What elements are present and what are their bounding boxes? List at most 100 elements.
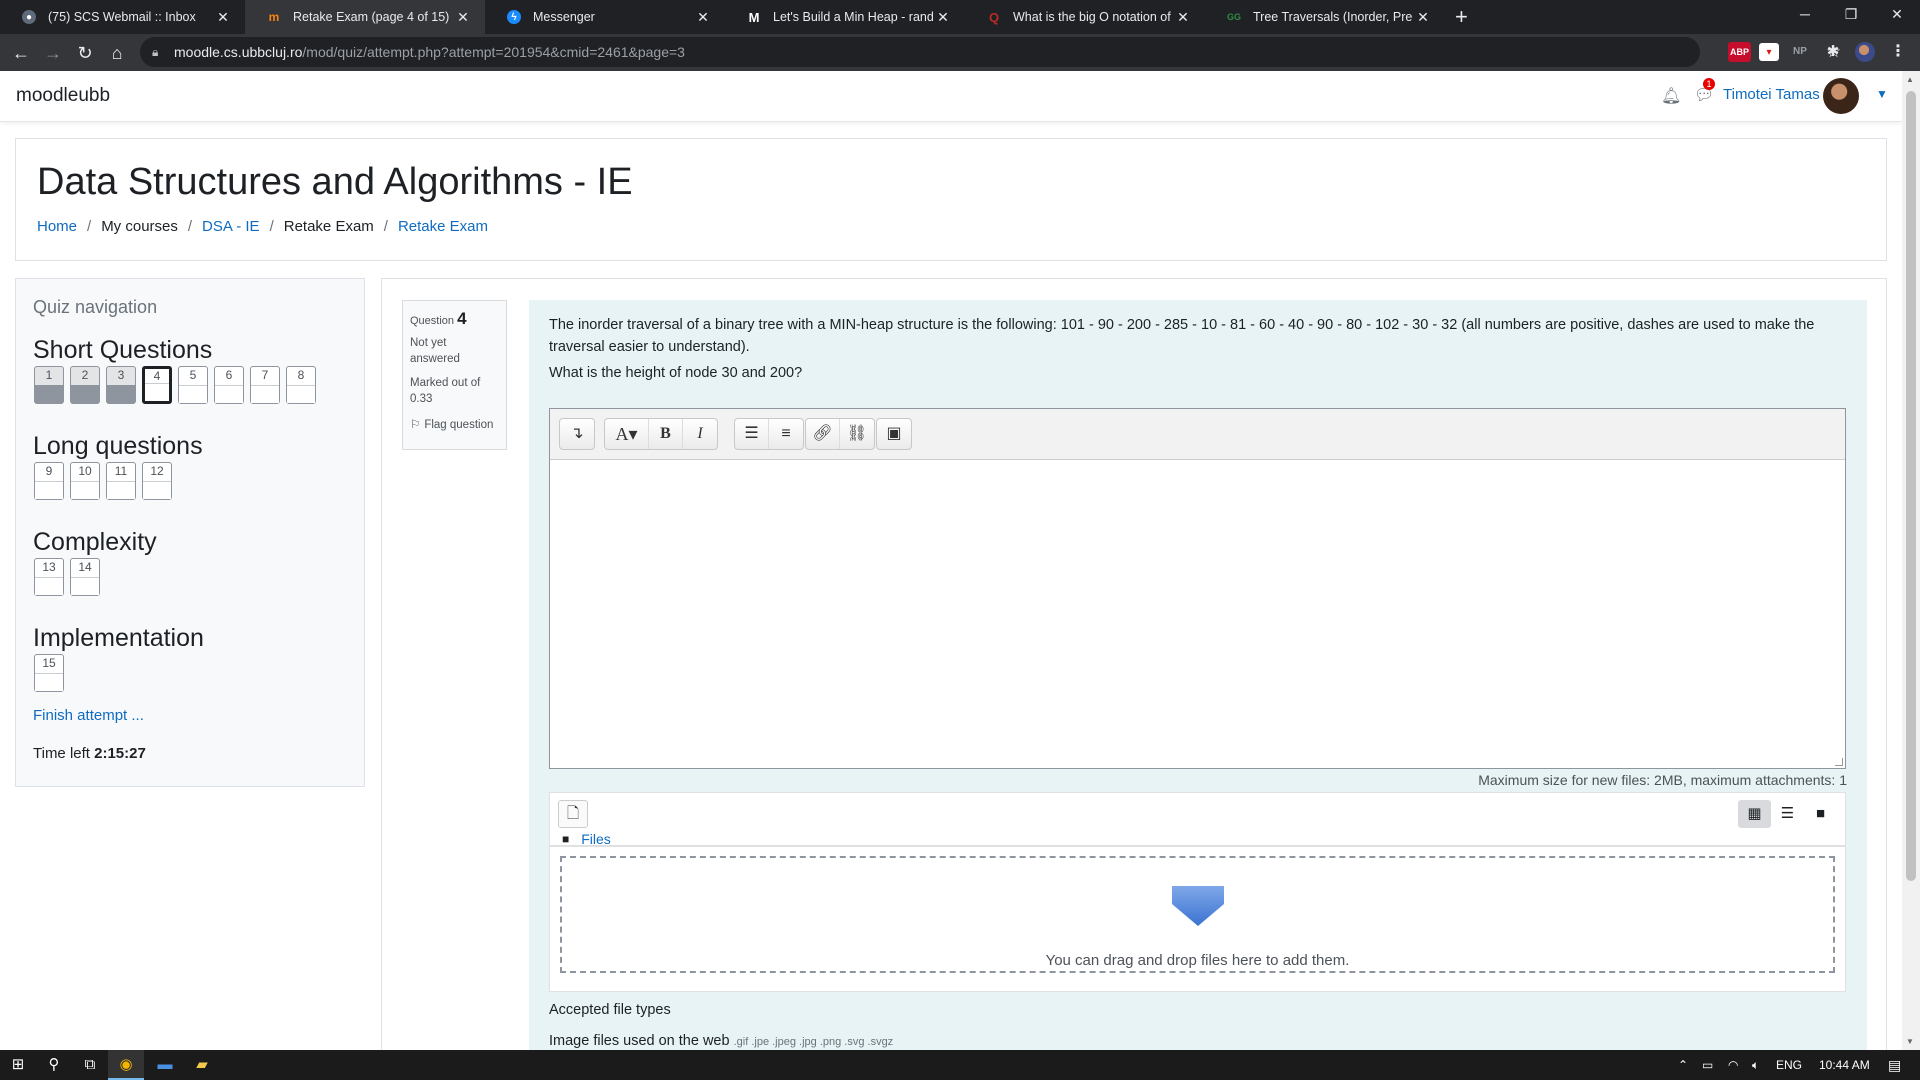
quiz-nav-question-1[interactable]: 1 (34, 366, 64, 404)
quiz-nav-question-15[interactable]: 15 (34, 654, 64, 692)
files-folder-link[interactable]: Files (581, 831, 611, 847)
start-windows-icon[interactable]: ⊞ (0, 1050, 36, 1080)
browser-tab-webmail[interactable]: ● (75) SCS Webmail :: Inbox ✕ (0, 0, 245, 34)
finish-attempt-link[interactable]: Finish attempt ... (33, 707, 144, 724)
scroll-up-icon[interactable]: ▲ (1906, 75, 1914, 84)
close-tab-icon[interactable]: ✕ (1413, 9, 1433, 26)
np-extension-icon[interactable]: NP (1790, 42, 1810, 62)
bold-icon[interactable]: B (649, 419, 683, 449)
unlink-icon[interactable]: ⛓︎ (840, 419, 874, 449)
browser-menu-icon[interactable]: ⋮ (1888, 42, 1908, 62)
task-view-icon[interactable]: ⧉ (72, 1050, 108, 1080)
quiz-nav-question-5[interactable]: 5 (178, 366, 208, 404)
breadcrumb: Home / My courses / DSA - IE / Retake Ex… (37, 218, 488, 235)
back-icon[interactable]: ← (8, 40, 34, 66)
browser-tab-min-heap[interactable]: M Let's Build a Min Heap - randerso ✕ (725, 0, 965, 34)
ordered-list-icon[interactable]: ≡ (769, 419, 803, 449)
view-icons-icon[interactable]: ▦ (1738, 800, 1771, 828)
close-tab-icon[interactable]: ✕ (453, 9, 473, 26)
close-tab-icon[interactable]: ✕ (1173, 9, 1193, 26)
scroll-down-icon[interactable]: ▼ (1906, 1037, 1914, 1046)
browser-tab-big-o[interactable]: Q What is the big O notation of [m ✕ (965, 0, 1205, 34)
mail-app-taskbar-icon[interactable]: ▬ (147, 1050, 183, 1080)
profile-avatar-icon[interactable] (1855, 42, 1875, 62)
breadcrumb-home[interactable]: Home (37, 218, 77, 235)
question-buttons-short: 1 2 3 4 5 6 7 8 (34, 366, 316, 404)
close-tab-icon[interactable]: ✕ (933, 9, 953, 26)
editor-toolbar: ↴ A▾ B I ☰ ≡ 🔗︎ ⛓︎ ▣ (550, 409, 1845, 460)
browser-tab-tree-traversals[interactable]: GG Tree Traversals (Inorder, Preorder ✕ (1205, 0, 1445, 34)
file-dropzone[interactable]: You can drag and drop files here to add … (560, 856, 1835, 973)
answered-indicator (179, 385, 207, 403)
input-language[interactable]: ENG (1776, 1050, 1802, 1080)
page-scrollbar[interactable]: ▲ ▼ (1902, 71, 1920, 1050)
system-clock[interactable]: 10:44 AM (1819, 1050, 1870, 1080)
battery-icon[interactable]: ▭ (1702, 1050, 1713, 1080)
close-tab-icon[interactable]: ✕ (213, 9, 233, 26)
question-number: 15 (42, 656, 56, 670)
quiz-nav-question-4[interactable]: 4 (142, 366, 172, 404)
quiz-nav-question-14[interactable]: 14 (70, 558, 100, 596)
new-tab-button[interactable]: + (1455, 4, 1468, 30)
reload-icon[interactable]: ↻ (72, 40, 98, 66)
breadcrumb-quiz[interactable]: Retake Exam (398, 218, 488, 235)
editor-resize-handle[interactable] (1835, 758, 1843, 766)
file-explorer-taskbar-icon[interactable]: ▰ (184, 1050, 220, 1080)
answer-textarea[interactable] (550, 460, 1845, 768)
quiz-nav-question-11[interactable]: 11 (106, 462, 136, 500)
message-count-badge: 1 (1703, 78, 1715, 90)
user-avatar[interactable] (1823, 78, 1859, 114)
show-more-buttons-icon[interactable]: ↴ (560, 419, 594, 449)
close-tab-icon[interactable]: ✕ (693, 9, 713, 26)
breadcrumb-section: Retake Exam (283, 218, 374, 235)
italic-icon[interactable]: I (683, 419, 717, 449)
quiz-nav-question-8[interactable]: 8 (286, 366, 316, 404)
paragraph-styles-icon[interactable]: A▾ (605, 419, 649, 449)
browser-tab-retake-exam[interactable]: m Retake Exam (page 4 of 15) ✕ (245, 0, 485, 34)
flag-question-button[interactable]: ⚐ Flag question (410, 417, 499, 433)
quiz-nav-question-9[interactable]: 9 (34, 462, 64, 500)
quiz-nav-question-6[interactable]: 6 (214, 366, 244, 404)
notifications-bell-icon[interactable]: 🔔︎ (1661, 86, 1681, 106)
quiz-nav-question-13[interactable]: 13 (34, 558, 64, 596)
close-window-icon[interactable]: ✕ (1874, 0, 1920, 30)
home-icon[interactable]: ⌂ (104, 40, 130, 66)
quiz-nav-question-7[interactable]: 7 (250, 366, 280, 404)
restore-icon[interactable]: ❐ (1828, 0, 1874, 30)
question-number: 11 (114, 464, 128, 478)
volume-icon[interactable]: 🔈︎ (1752, 1050, 1759, 1080)
browser-tab-messenger[interactable]: ϟ Messenger ✕ (485, 0, 725, 34)
pocket-icon[interactable]: ▾ (1759, 43, 1779, 61)
wifi-icon[interactable]: ◠ (1728, 1050, 1738, 1080)
answered-indicator (71, 385, 99, 403)
quiz-nav-question-2[interactable]: 2 (70, 366, 100, 404)
folder-icon: ■ (562, 832, 570, 846)
notification-center-icon[interactable]: ▤ (1888, 1050, 1901, 1080)
add-file-button[interactable]: 🗋︎ (558, 800, 588, 828)
user-name[interactable]: Timotei Tamas (1723, 86, 1820, 103)
unordered-list-icon[interactable]: ☰ (735, 419, 769, 449)
search-icon[interactable]: ⚲ (36, 1050, 72, 1080)
link-icon[interactable]: 🔗︎ (806, 419, 840, 449)
chrome-taskbar-icon[interactable]: ◉ (108, 1050, 144, 1080)
user-menu-caret-icon[interactable]: ▼ (1876, 87, 1888, 101)
address-bar[interactable]: 🔒︎ moodle.cs.ubbcluj.ro/mod/quiz/attempt… (140, 37, 1841, 67)
show-hidden-icons-icon[interactable]: ⌃ (1678, 1050, 1688, 1080)
quiz-nav-question-3[interactable]: 3 (106, 366, 136, 404)
view-tree-icon[interactable]: ■ (1804, 800, 1837, 828)
scrollbar-thumb[interactable] (1906, 91, 1916, 881)
forward-icon[interactable]: → (40, 40, 66, 66)
insert-image-icon[interactable]: ▣ (877, 419, 911, 449)
quora-icon: Q (988, 9, 1000, 25)
messages-icon[interactable]: 💬︎ 1 (1694, 78, 1715, 105)
adblock-icon[interactable]: ABP (1728, 42, 1752, 62)
minimize-icon[interactable]: ─ (1782, 0, 1828, 30)
quiz-nav-question-12[interactable]: 12 (142, 462, 172, 500)
page-header: Data Structures and Algorithms - IE Home… (15, 138, 1887, 261)
site-brand[interactable]: moodleubb (16, 85, 110, 107)
quiz-nav-question-10[interactable]: 10 (70, 462, 100, 500)
messenger-icon: ϟ (507, 10, 521, 24)
extensions-puzzle-icon[interactable]: ✱ (1823, 42, 1843, 62)
view-list-icon[interactable]: ☰ (1771, 800, 1804, 828)
breadcrumb-course[interactable]: DSA - IE (202, 218, 260, 235)
